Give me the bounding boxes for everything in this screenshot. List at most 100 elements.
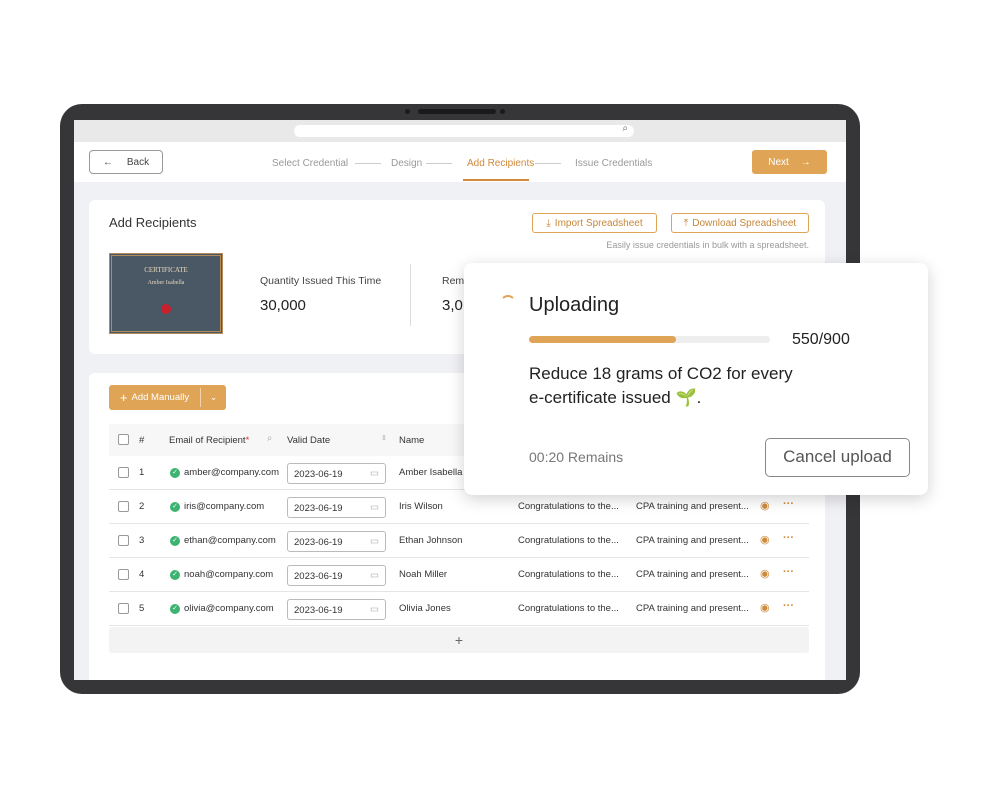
upload-progress-dialog: Uploading 550/900 Reduce 18 grams of CO2… [464,263,928,495]
row-number: 5 [139,603,145,614]
step-divider [355,163,381,164]
recipient-name: Ethan Johnson [399,535,463,546]
select-all-checkbox[interactable] [118,434,129,445]
plus-icon: + [119,390,128,405]
valid-date-input[interactable]: 2023-06-19 ▭ [287,599,386,620]
table-row: 4 ✓ noah@company.com 2023-06-19 ▭ Noah Mi… [109,558,809,592]
recipient-message: Congratulations to the... [518,569,619,580]
date-value: 2023-06-19 [294,605,343,616]
more-icon[interactable]: ··· [783,498,794,510]
step-design[interactable]: Design [391,158,422,169]
recipient-message: Congratulations to the... [518,535,619,546]
required-marker: * [245,435,250,446]
recipient-name: Noah Miller [399,569,448,580]
certificate-thumbnail: CERTIFICATE Amber Isabella [109,253,223,334]
eye-icon[interactable]: ◉ [760,533,770,546]
date-value: 2023-06-19 [294,537,343,548]
next-button[interactable]: Next → [752,150,827,174]
arrow-left-icon: ← [102,156,113,168]
column-name: Name [399,435,425,446]
valid-date-input[interactable]: 2023-06-19 ▭ [287,565,386,586]
remaining-value: 3,0 [442,297,463,314]
time-remaining: 00:20 Remains [529,449,624,465]
quantity-label: Quantity Issued This Time [260,275,382,287]
arrow-right-icon: → [800,156,811,168]
recipient-email: olivia@company.com [184,603,274,614]
progress-count: 550/900 [792,331,850,348]
co2-message: Reduce 18 grams of CO2 for every e-certi… [529,364,793,407]
sensor-dot [500,109,505,114]
row-checkbox[interactable] [118,603,129,614]
check-circle-icon: ✓ [170,468,180,478]
table-row: 5 ✓ olivia@company.com 2023-06-19 ▭ Olivi… [109,592,809,626]
search-icon[interactable]: ⌕ [267,433,272,444]
recipient-name: Amber Isabella [399,467,463,478]
row-number: 1 [139,467,145,478]
valid-date-input[interactable]: 2023-06-19 ▭ [287,531,386,552]
recipient-email: ethan@company.com [184,535,276,546]
divider [410,264,411,326]
seal-icon [161,304,171,314]
add-manually-button[interactable]: + Add Manually [109,385,200,410]
browser-bar: ⌕ [74,120,846,142]
recipient-description: CPA training and present... [636,535,749,546]
quantity-value: 30,000 [260,297,306,314]
camera-notch [418,109,496,114]
more-icon[interactable]: ··· [783,566,794,578]
import-spreadsheet-button[interactable]: ⤓ Import Spreadsheet [532,213,657,233]
progress-bar [529,336,770,343]
progress-fill [529,336,677,343]
valid-date-input[interactable]: 2023-06-19 ▭ [287,463,386,484]
step-divider [535,163,561,164]
back-button[interactable]: ← Back [89,150,163,174]
add-manually-split-button: + Add Manually ⌄ [109,385,226,410]
row-number: 4 [139,569,145,580]
valid-date-input[interactable]: 2023-06-19 ▭ [287,497,386,518]
table-row: 3 ✓ ethan@company.com 2023-06-19 ▭ Ethan … [109,524,809,558]
camera-dot [405,109,410,114]
date-value: 2023-06-19 [294,503,343,514]
chevron-down-icon[interactable]: ⌄ [201,385,226,410]
recipient-description: CPA training and present... [636,603,749,614]
recipient-message: Congratulations to the... [518,501,619,512]
table-row: 2 ✓ iris@company.com 2023-06-19 ▭ Iris Wi… [109,490,809,524]
check-circle-icon: ✓ [170,502,180,512]
check-circle-icon: ✓ [170,536,180,546]
step-select-credential[interactable]: Select Credential [272,158,348,169]
recipient-email: noah@company.com [184,569,274,580]
date-value: 2023-06-19 [294,469,343,480]
column-valid-date: Valid Date [287,435,331,446]
card-title: Add Recipients [109,215,197,230]
date-value: 2023-06-19 [294,571,343,582]
row-checkbox[interactable] [118,569,129,580]
column-email: Email of Recipient* [169,435,250,446]
download-spreadsheet-button[interactable]: ⤒ Download Spreadsheet [671,213,809,233]
active-step-indicator [463,179,529,181]
step-add-recipients[interactable]: Add Recipients [467,158,534,169]
row-checkbox[interactable] [118,501,129,512]
more-icon[interactable]: ··· [783,600,794,612]
spreadsheet-hint: Easily issue credentials in bulk with a … [606,240,809,250]
eye-icon[interactable]: ◉ [760,499,770,512]
row-checkbox[interactable] [118,535,129,546]
sort-icon[interactable]: ⇕ [381,434,387,442]
recipient-message: Congratulations to the... [518,603,619,614]
row-checkbox[interactable] [118,467,129,478]
check-circle-icon: ✓ [170,604,180,614]
recipient-email: amber@company.com [184,467,279,478]
step-divider [426,163,452,164]
cancel-upload-button[interactable]: Cancel upload [765,438,910,477]
more-icon[interactable]: ··· [783,532,794,544]
add-row-button[interactable]: + [109,627,809,653]
download-icon: ⤓ [546,217,551,229]
calendar-icon: ▭ [370,468,379,479]
column-number: # [139,435,145,446]
eye-icon[interactable]: ◉ [760,567,770,580]
eye-icon[interactable]: ◉ [760,601,770,614]
calendar-icon: ▭ [370,502,379,513]
dialog-title: Uploading [529,294,620,316]
check-circle-icon: ✓ [170,570,180,580]
upload-icon: ⤒ [683,217,689,229]
address-bar[interactable]: ⌕ [294,123,634,137]
step-issue-credentials[interactable]: Issue Credentials [575,158,652,169]
